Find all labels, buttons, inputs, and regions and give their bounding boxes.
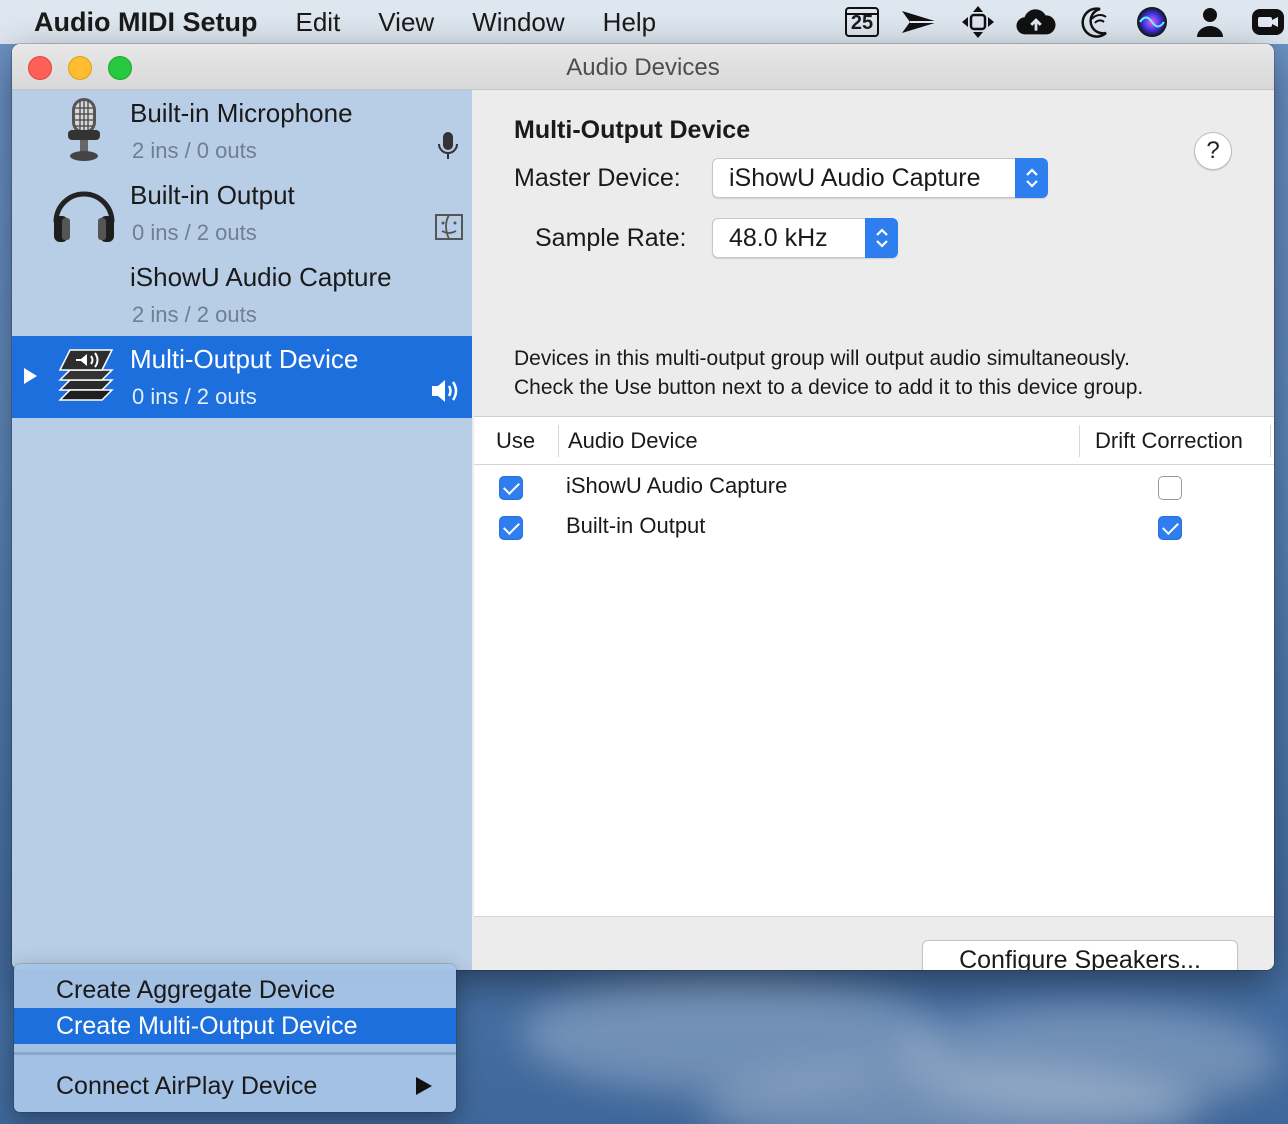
siri-icon[interactable]: [1132, 5, 1172, 39]
device-row-built-in-microphone[interactable]: Built-in Microphone 2 ins / 0 outs: [12, 90, 472, 172]
master-device-popup[interactable]: iShowU Audio Capture: [712, 158, 1048, 198]
device-io: 0 ins / 2 outs: [132, 384, 257, 409]
title-bar[interactable]: Audio Devices: [12, 44, 1274, 90]
description-line: Devices in this multi-output group will …: [514, 347, 1130, 370]
audio-device-name: Built-in Output: [566, 513, 706, 538]
configure-speakers-button[interactable]: Configure Speakers...: [922, 940, 1238, 970]
device-title: Multi-Output Device: [514, 116, 751, 144]
help-button[interactable]: ?: [1194, 132, 1232, 170]
column-header-drift-correction[interactable]: Drift Correction: [1095, 417, 1243, 465]
column-header-use[interactable]: Use: [496, 417, 535, 465]
window-title: Audio Devices: [566, 54, 720, 81]
device-row-multi-output-device[interactable]: Multi-Output Device 0 ins / 2 outs: [12, 336, 472, 418]
headphones-icon: [48, 176, 120, 248]
disclosure-triangle-icon[interactable]: [24, 368, 37, 384]
device-io: 2 ins / 2 outs: [132, 302, 257, 327]
menu-edit[interactable]: Edit: [295, 7, 340, 38]
menu-window[interactable]: Window: [472, 7, 564, 38]
device-group-table: Use Audio Device Drift Correction iShowU…: [474, 416, 1274, 916]
user-icon[interactable]: [1190, 5, 1230, 39]
device-list: Built-in Microphone 2 ins / 0 outs Built…: [12, 90, 472, 970]
device-io: 0 ins / 2 outs: [132, 220, 257, 245]
menu-item-label: Connect AirPlay Device: [56, 1072, 318, 1100]
stacked-speakers-icon: [48, 340, 120, 412]
device-name: iShowU Audio Capture: [130, 262, 392, 292]
menu-help[interactable]: Help: [603, 7, 656, 38]
menu-separator: [14, 1052, 456, 1055]
submenu-arrow-icon: [416, 1077, 432, 1095]
chevron-updown-icon: [1015, 158, 1048, 198]
microphone-small-icon: [434, 130, 462, 162]
audio-device-name: iShowU Audio Capture: [566, 473, 788, 498]
device-name: Multi-Output Device: [130, 344, 359, 374]
sample-rate-popup[interactable]: 48.0 kHz: [712, 218, 898, 258]
description-line: Check the Use button next to a device to…: [514, 376, 1144, 399]
table-header: Use Audio Device Drift Correction: [474, 417, 1274, 465]
sample-rate-value: 48.0 kHz: [729, 224, 828, 252]
master-device-label: Master Device:: [514, 164, 681, 192]
chevron-updown-icon: [865, 218, 898, 258]
app-menu[interactable]: Audio MIDI Setup: [34, 7, 257, 38]
table-row: iShowU Audio Capture: [474, 467, 1274, 507]
table-row: Built-in Output: [474, 507, 1274, 547]
menu-bar: Audio MIDI Setup Edit View Window Help 2…: [0, 0, 1288, 44]
menu-view[interactable]: View: [378, 7, 434, 38]
paper-plane-icon[interactable]: [900, 5, 940, 39]
device-io: 2 ins / 0 outs: [132, 138, 257, 163]
device-name: Built-in Microphone: [130, 98, 353, 128]
speaker-volume-icon: [430, 376, 462, 408]
menu-item-create-multi-output-device[interactable]: Create Multi-Output Device: [14, 1008, 456, 1044]
camera-icon[interactable]: [1248, 5, 1288, 39]
finder-icon: [434, 212, 463, 244]
status-icons: 25: [842, 0, 1288, 44]
menu-item-connect-airplay-device[interactable]: Connect AirPlay Device: [14, 1068, 456, 1104]
column-header-audio-device[interactable]: Audio Device: [568, 417, 698, 465]
device-row-ishowu-audio-capture[interactable]: iShowU Audio Capture 2 ins / 2 outs: [12, 254, 472, 336]
sample-rate-label: Sample Rate:: [535, 224, 687, 252]
move-arrows-icon[interactable]: [958, 5, 998, 39]
drift-correction-checkbox[interactable]: [1158, 516, 1182, 540]
menu-item-create-aggregate-device[interactable]: Create Aggregate Device: [14, 972, 456, 1008]
use-checkbox[interactable]: [499, 516, 523, 540]
gear-dropdown-menu: Create Aggregate Device Create Multi-Out…: [14, 964, 456, 1112]
moon-wifi-icon[interactable]: [1074, 5, 1114, 39]
device-row-built-in-output[interactable]: Built-in Output 0 ins / 2 outs: [12, 172, 472, 254]
device-name: Built-in Output: [130, 180, 295, 210]
device-detail-pane: Multi-Output Device ? Master Device: iSh…: [474, 90, 1274, 970]
audio-devices-window: Audio Devices Built-in Microphone 2 ins …: [12, 44, 1274, 970]
drift-correction-checkbox[interactable]: [1158, 476, 1182, 500]
use-checkbox[interactable]: [499, 476, 523, 500]
microphone-icon: [48, 94, 120, 166]
master-device-value: iShowU Audio Capture: [729, 164, 981, 192]
cloud-upload-icon[interactable]: [1016, 5, 1056, 39]
group-description: Devices in this multi-output group will …: [514, 344, 1254, 402]
calendar-day: 25: [850, 12, 874, 34]
calendar-icon[interactable]: 25: [842, 5, 882, 39]
